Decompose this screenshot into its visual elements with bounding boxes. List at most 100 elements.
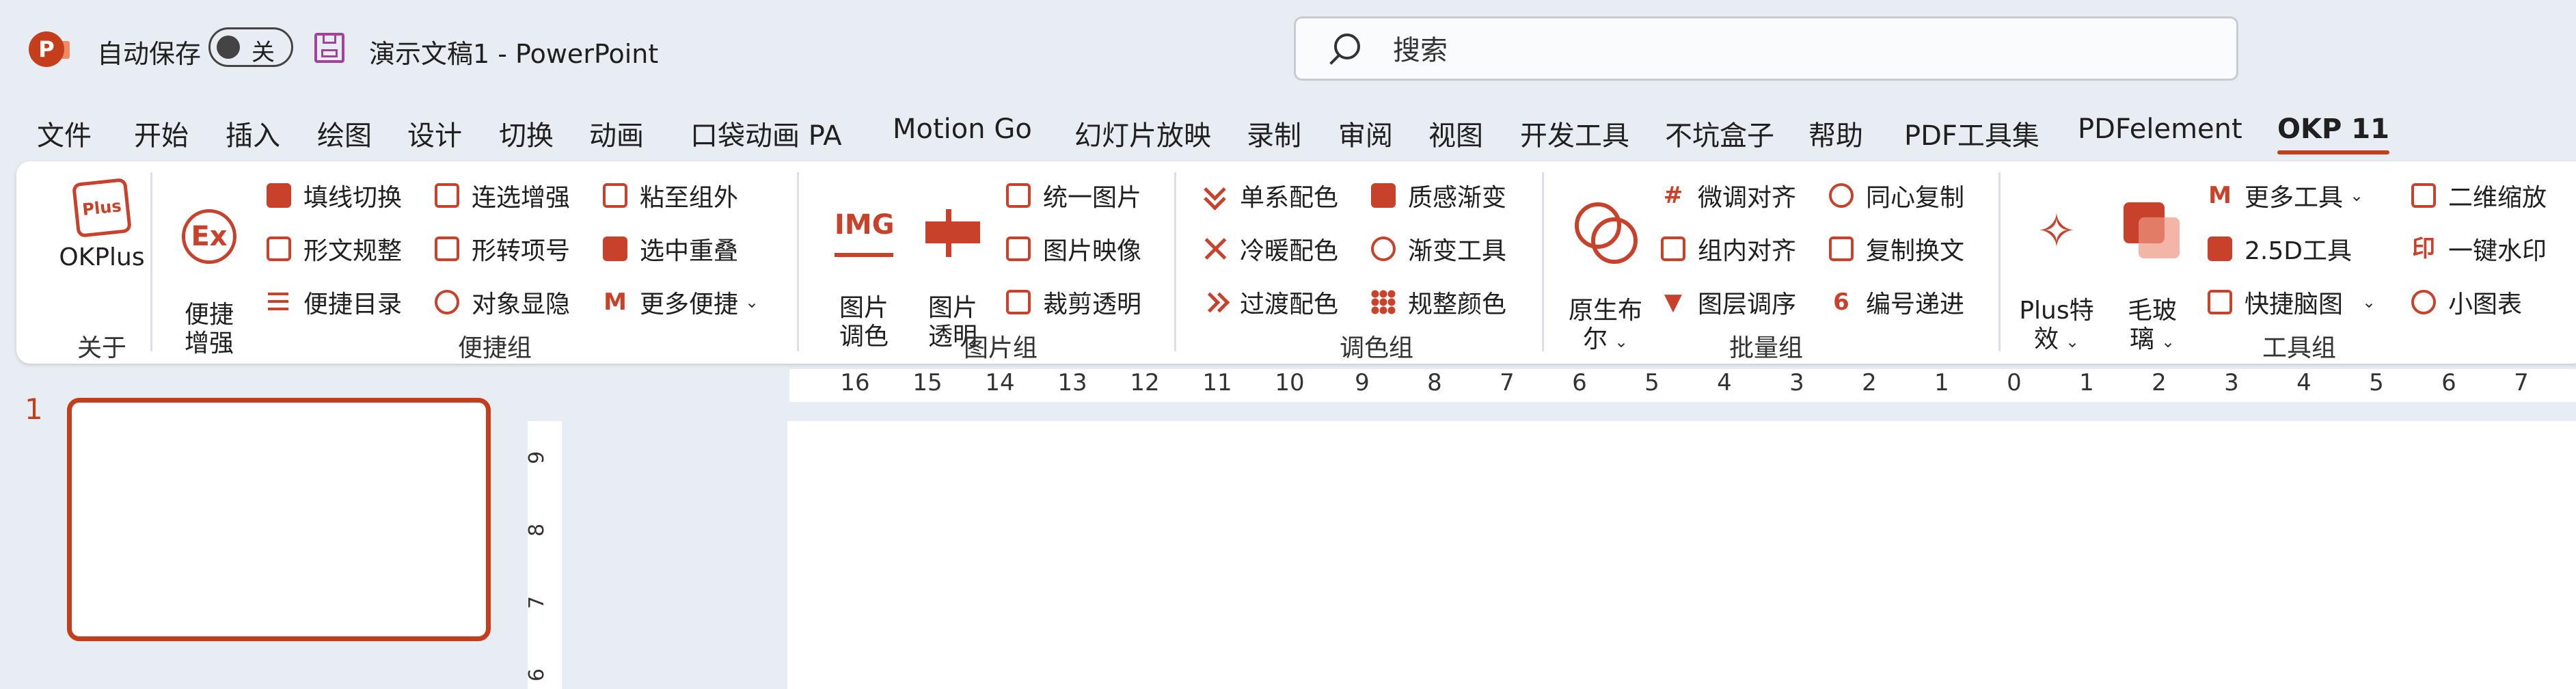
ruler-tick: 15 [912, 369, 943, 396]
more-tools-button[interactable]: M 更多工具 ⌄ [2208, 178, 2363, 213]
2-5d-tool-button[interactable]: 2.5D工具 [2208, 231, 2352, 267]
more-convenience-label: 更多便捷 [640, 291, 739, 319]
slide-canvas[interactable] [787, 421, 2576, 689]
slide-number: 1 [25, 392, 43, 426]
transition-scheme-label: 过渡配色 [1240, 291, 1339, 319]
select-overlap-button[interactable]: 选中重叠 [603, 231, 738, 267]
group-align-icon [1661, 237, 1685, 261]
more-tools-label: 更多工具 [2245, 184, 2344, 212]
autosave-toggle[interactable]: 关 [208, 27, 293, 67]
list-icon [267, 290, 291, 314]
tab-record[interactable]: 录制 [1247, 113, 1301, 153]
normalize-colors-button[interactable]: 规整颜色 [1371, 284, 1506, 320]
tab-slideshow[interactable]: 幻灯片放映 [1074, 113, 1211, 153]
slide-thumbnail[interactable] [67, 398, 491, 641]
crop-transparency-button[interactable]: 裁剪透明 [1006, 284, 1141, 320]
overlap-icon [603, 237, 627, 261]
vertical-ruler: 9 8 7 6 [525, 421, 562, 689]
watermark-button[interactable]: 印一键水印 [2411, 231, 2547, 267]
copy-replace-text-button[interactable]: 复制换文 [1829, 231, 1964, 267]
layer-icon: ▼ [1664, 288, 1683, 316]
document-title: 演示文稿1 - PowerPoint [369, 39, 659, 69]
search-box[interactable] [1294, 16, 2238, 81]
concentric-copy-label: 同心复制 [1866, 184, 1965, 212]
mini-chart-button[interactable]: 小图表 [2411, 284, 2522, 320]
tab-file[interactable]: 文件 [37, 113, 92, 153]
color-grid-icon [1371, 290, 1396, 314]
ruler-tick: 8 [1427, 369, 1442, 396]
transparency-icon [925, 209, 980, 257]
tab-motion-go[interactable]: Motion Go [893, 113, 1032, 145]
picture-color-button[interactable]: IMG 图片 调色 [823, 180, 905, 351]
layer-order-button[interactable]: ▼ 图层调序 [1661, 284, 1796, 320]
tab-pocket-animation[interactable]: 口袋动画 PA [690, 113, 842, 153]
tab-bukeng-box[interactable]: 不坑盒子 [1665, 113, 1774, 153]
tab-help[interactable]: 帮助 [1808, 113, 1863, 153]
object-visibility-button[interactable]: 对象显隐 [435, 284, 570, 320]
okplus-button[interactable]: Plus OKPlus [44, 178, 160, 272]
shape-text-normalize-button[interactable]: 形文规整 [267, 231, 402, 267]
native-boolean-button[interactable]: 原生布 尔 ⌄ [1554, 174, 1657, 356]
frosted-glass-button[interactable]: 毛玻 璃 ⌄ [2108, 174, 2197, 356]
ruler-tick: 3 [2224, 369, 2239, 396]
gradient-square-icon [1371, 183, 1396, 208]
tab-developer[interactable]: 开发工具 [1520, 113, 1629, 153]
tab-okp[interactable]: OKP 11 [2277, 113, 2389, 154]
chevron-down-icon: ⌄ [2160, 332, 2175, 351]
convenience-enhance-button[interactable]: Ex 便捷 增强 [168, 180, 250, 358]
unify-pictures-button[interactable]: 统一图片 [1006, 178, 1141, 213]
fine-align-button[interactable]: # 微调对齐 [1661, 178, 1796, 213]
picture-reflection-button[interactable]: 图片映像 [1006, 231, 1141, 267]
search-input[interactable] [1392, 31, 2146, 70]
single-color-scheme-button[interactable]: 单系配色 [1203, 178, 1338, 213]
transition-scheme-button[interactable]: 过渡配色 [1203, 284, 1338, 320]
multi-select-enhance-button[interactable]: 连选增强 [435, 178, 570, 213]
group-label-tools: 工具组 [2262, 334, 2336, 362]
object-visibility-label: 对象显隐 [472, 291, 571, 319]
warm-cool-scheme-button[interactable]: 冷暖配色 [1203, 231, 1338, 267]
chevron-down-icon: ⌄ [2362, 293, 2376, 312]
ruler-tick: 1 [1934, 369, 1949, 396]
ruler-tick: 6 [1572, 369, 1587, 396]
crop-transparency-label: 裁剪透明 [1043, 291, 1142, 319]
tab-view[interactable]: 视图 [1428, 113, 1483, 153]
picture-color-label: 图片 调色 [839, 294, 889, 351]
concentric-copy-button[interactable]: 同心复制 [1829, 178, 1964, 213]
group-divider [1998, 172, 2001, 351]
ribbon-panel: Plus OKPlus 关于 Ex 便捷 增强 填线切换 形文规整 便捷目录 连… [16, 161, 2576, 364]
in-group-align-button[interactable]: 组内对齐 [1661, 231, 1796, 267]
2d-scale-button[interactable]: 二维缩放 [2411, 178, 2547, 213]
tab-transitions[interactable]: 切换 [499, 113, 554, 153]
tab-animations[interactable]: 动画 [589, 113, 644, 153]
gradient-tool-button[interactable]: 渐变工具 [1371, 231, 1506, 267]
tab-pdf-tools[interactable]: PDF工具集 [1904, 113, 2039, 153]
paste-outside-group-button[interactable]: 粘至组外 [603, 178, 738, 213]
shape-to-bullet-button[interactable]: 形转项号 [435, 231, 570, 267]
m-logo-icon: M [2208, 182, 2232, 209]
plus-effects-button[interactable]: ✧ Plus特 效 ⌄ [2012, 174, 2101, 356]
watermark-label: 一键水印 [2448, 237, 2547, 265]
save-icon[interactable] [314, 33, 344, 63]
reflection-icon [1006, 237, 1031, 261]
frosted-glass-icon [2124, 202, 2181, 260]
number-increment-button[interactable]: 6 编号递进 [1829, 284, 1964, 320]
ex-icon: Ex [182, 209, 236, 264]
quick-toc-button[interactable]: 便捷目录 [267, 284, 402, 320]
texture-gradient-button[interactable]: 质感渐变 [1371, 178, 1506, 213]
quick-mindmap-button[interactable]: 快捷脑图 ⌄ [2208, 284, 2376, 320]
picture-transparency-button[interactable]: 图片 透明 [912, 180, 994, 351]
more-convenience-button[interactable]: M 更多便捷 ⌄ [603, 284, 759, 320]
tab-draw[interactable]: 绘图 [317, 113, 372, 153]
tab-insert[interactable]: 插入 [226, 113, 280, 153]
tab-home[interactable]: 开始 [134, 113, 189, 153]
okplus-icon: Plus [72, 178, 132, 238]
tab-design[interactable]: 设计 [407, 113, 462, 153]
group-divider [1174, 172, 1176, 351]
number-icon: 6 [1833, 288, 1849, 316]
tab-review[interactable]: 审阅 [1338, 113, 1393, 153]
fill-line-switch-button[interactable]: 填线切换 [267, 178, 402, 213]
ruler-tick: 0 [2007, 369, 2022, 396]
ruler-tick: 5 [1644, 369, 1659, 396]
crop-icon [1006, 290, 1031, 314]
tab-pdfelement[interactable]: PDFelement [2078, 113, 2242, 145]
